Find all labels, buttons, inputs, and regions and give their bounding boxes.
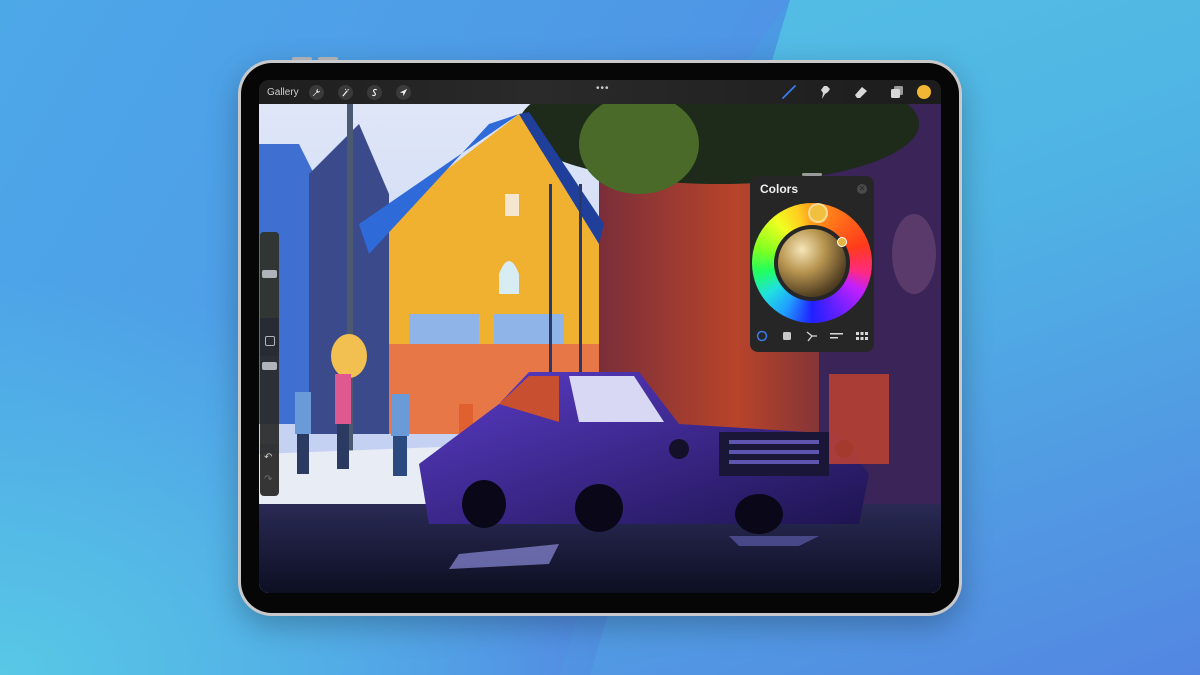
color-mode-tabs [750,326,874,346]
harmony-icon[interactable] [805,329,819,343]
panel-title: Colors [760,182,799,196]
layers-icon[interactable] [879,85,915,99]
square-icon[interactable] [780,329,794,343]
hue-knob[interactable] [808,203,828,223]
arrow-cursor-icon[interactable] [395,84,411,100]
redo-icon[interactable]: ↷ [264,474,272,485]
tool-group [771,80,935,104]
undo-icon[interactable]: ↶ [264,452,272,463]
modify-button[interactable] [265,336,275,346]
selection-s-icon[interactable] [366,84,382,100]
left-sidebar: ↶ ↷ [260,232,279,496]
colors-panel: Colors ✕ [750,173,874,352]
saturation-disc[interactable] [778,229,846,297]
brush-icon[interactable] [771,84,807,100]
opacity-slider-thumb[interactable] [262,362,277,370]
more-options-button[interactable]: ••• [596,83,610,94]
panel-grab-handle[interactable] [802,173,822,176]
brush-size-thumb[interactable] [262,270,277,278]
sliders-icon[interactable] [830,329,844,343]
current-color-button[interactable] [917,85,931,99]
hue-ring[interactable] [752,203,872,323]
gallery-button[interactable]: Gallery [267,87,299,98]
eraser-icon[interactable] [843,85,879,99]
circle-icon[interactable] [755,329,769,343]
close-icon[interactable]: ✕ [857,184,867,194]
smudge-icon[interactable] [807,84,843,100]
top-toolbar: Gallery ••• [259,80,941,104]
grid-icon[interactable] [855,329,869,343]
app-screen: Gallery ••• ↶ ↷ Colors ✕ [259,80,941,593]
saturation-knob[interactable] [837,237,847,247]
wrench-icon[interactable] [308,84,324,100]
magic-wand-icon[interactable] [337,84,353,100]
